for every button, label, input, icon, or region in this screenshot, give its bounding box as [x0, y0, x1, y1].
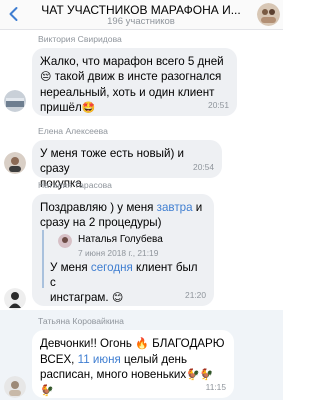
emoji-pensive: 😔: [40, 71, 52, 83]
emoji-rooster: 🐓: [40, 385, 54, 397]
chat-avatar[interactable]: [257, 3, 280, 26]
chat-member-count: 196 участников: [107, 16, 175, 27]
message-line: расписан, много новеньких🐓🐓: [40, 368, 214, 381]
sender-name[interactable]: Виктория Свиридова: [38, 34, 122, 44]
message-group: Елена Алексеева У меня тоже есть новый) …: [0, 122, 283, 190]
emoji-fire: 🔥: [135, 338, 149, 350]
sender-name[interactable]: Елена Алексеева: [38, 126, 108, 136]
message-line: У меня тоже есть новый) и сразу: [40, 147, 185, 175]
message-line: Девчонки!! Огонь 🔥 БЛАГОДАРЮ: [40, 337, 225, 350]
message-line: Жалко, что марафон всего 5 дней: [40, 55, 224, 68]
avatar[interactable]: [4, 376, 26, 398]
emoji-smile: 😊: [111, 292, 124, 304]
message-group: Виктория Свиридова Жалко, что марафон вс…: [0, 30, 283, 122]
back-chevron-icon[interactable]: [6, 6, 22, 22]
sender-name[interactable]: Татьяна Коровайкина: [38, 316, 124, 326]
message-bubble[interactable]: Жалко, что марафон всего 5 дней 😔 такой …: [32, 48, 237, 116]
message-line: нереальный, хоть и один клиент: [40, 86, 215, 99]
reply-avatar[interactable]: [58, 234, 72, 248]
reply-text: У меня сегодня клиент был с инстаграм. 😊: [50, 261, 198, 304]
message-line-with-emoji: 😔 такой движ в инсте разогнался: [40, 70, 222, 83]
message-line: 🐓: [40, 383, 226, 399]
message-bubble[interactable]: Девчонки!! Огонь 🔥 БЛАГОДАРЮ ВСЕХ, 11 ию…: [32, 330, 234, 398]
sender-name[interactable]: Наталия Тарасова: [38, 180, 112, 190]
emoji-rooster: 🐓: [186, 369, 200, 381]
message-line: Поздравляю ) у меня завтра и: [40, 201, 203, 214]
message-line: ВСЕХ, 11 июня целый день: [40, 353, 187, 366]
message-time: 21:20: [185, 290, 206, 300]
emoji-star-struck: 🤩: [81, 102, 96, 114]
date-link[interactable]: сегодня: [91, 261, 133, 274]
avatar[interactable]: [4, 90, 26, 112]
message-group: Наталия Тарасова Поздравляю ) у меня зав…: [0, 176, 283, 310]
reply-bar: [42, 230, 44, 288]
chat-title[interactable]: ЧАТ УЧАСТНИКОВ МАРАФОНА И...: [30, 3, 252, 17]
message-bubble[interactable]: У меня тоже есть новый) и сразу покупка …: [32, 140, 222, 190]
message-bubble[interactable]: Поздравляю ) у меня завтра и сразу на 2 …: [32, 194, 214, 306]
avatar[interactable]: [4, 152, 26, 174]
reply-author[interactable]: Наталья Голубева: [78, 232, 163, 247]
message-line-with-emoji: пришёл🤩: [40, 101, 96, 114]
message-time: 11:15: [205, 382, 226, 392]
message-time: 20:54: [193, 162, 214, 172]
date-link[interactable]: 11 июня: [78, 353, 121, 366]
avatar[interactable]: [4, 288, 26, 310]
message-line: сразу на 2 процедуры): [40, 216, 162, 229]
message-group-highlighted: Татьяна Коровайкина Девчонки!! Огонь 🔥 Б…: [0, 310, 283, 400]
date-link[interactable]: завтра: [157, 201, 193, 214]
chat-header: ЧАТ УЧАСТНИКОВ МАРАФОНА И... 196 участни…: [0, 0, 283, 30]
reply-date: 7 июня 2018 г., 21:19: [78, 248, 159, 258]
message-time: 20:51: [208, 100, 229, 110]
